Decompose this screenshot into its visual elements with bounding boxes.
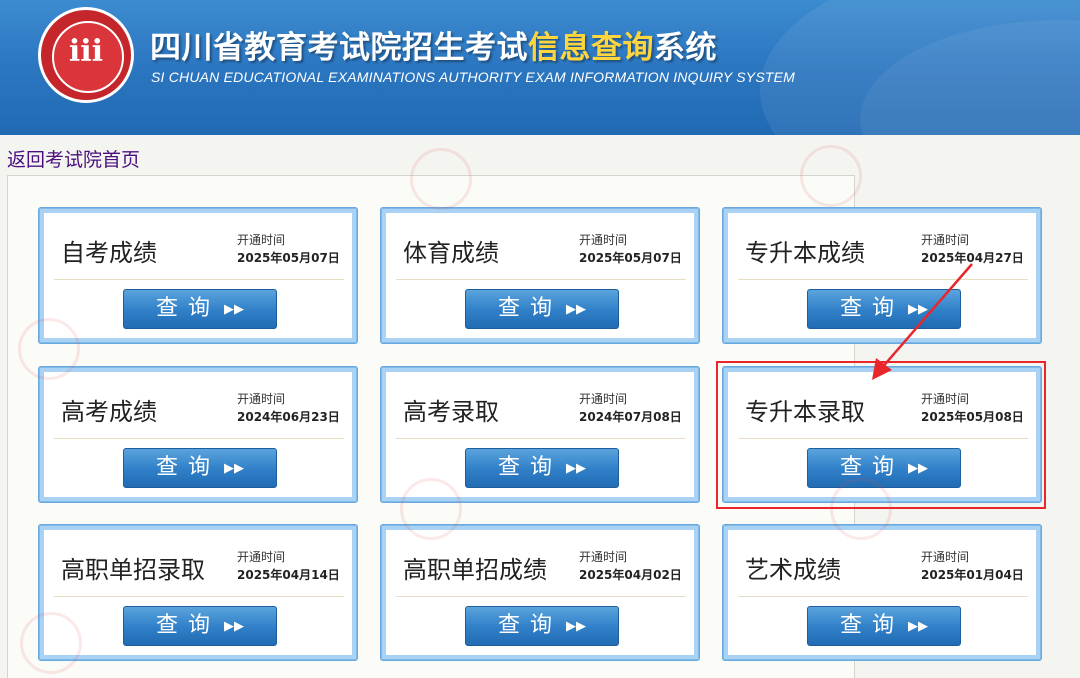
open-date: 2025年04月14日	[237, 568, 340, 582]
query-button[interactable]: 查询 ▶▶	[465, 289, 619, 329]
card-title: 自考成绩	[61, 239, 157, 267]
open-date: 2024年07月08日	[579, 410, 682, 424]
open-time-label: 开通时间	[921, 550, 970, 564]
query-button[interactable]: 查询 ▶▶	[123, 289, 277, 329]
card-title: 专升本成绩	[745, 239, 865, 267]
card-divider	[738, 596, 1028, 597]
site-subtitle: SI CHUAN EDUCATIONAL EXAMINATIONS AUTHOR…	[151, 69, 796, 85]
open-time-label: 开通时间	[579, 392, 628, 406]
query-button-label: 查询	[155, 613, 220, 638]
open-time-label: 开通时间	[579, 550, 628, 564]
card-divider	[396, 279, 686, 280]
open-date: 2025年05月07日	[237, 251, 340, 265]
double-chevron-right-icon: ▶▶	[566, 619, 586, 634]
back-to-homepage-link[interactable]: 返回考试院首页	[7, 145, 140, 172]
authority-logo: ⅲ	[38, 7, 134, 103]
query-button-label: 查询	[155, 296, 220, 321]
open-time-label: 开通时间	[237, 392, 286, 406]
annotation-arrow-icon	[872, 263, 973, 380]
query-card: 高考成绩 开通时间 2024年06月23日 查询 ▶▶	[39, 367, 357, 502]
open-date: 2024年06月23日	[237, 410, 340, 424]
double-chevron-right-icon: ▶▶	[224, 619, 244, 634]
open-time-label: 开通时间	[579, 233, 628, 247]
query-button[interactable]: 查询 ▶▶	[123, 606, 277, 646]
query-card: 自考成绩 开通时间 2025年05月07日 查询 ▶▶	[39, 208, 357, 343]
double-chevron-right-icon: ▶▶	[566, 302, 586, 317]
site-title-highlight: 信息查询	[528, 30, 654, 66]
card-divider	[396, 438, 686, 439]
query-button[interactable]: 查询 ▶▶	[465, 606, 619, 646]
card-divider	[396, 596, 686, 597]
query-card: 高职单招成绩 开通时间 2025年04月02日 查询 ▶▶	[381, 525, 699, 660]
query-button-label: 查询	[497, 613, 562, 638]
query-button-label: 查询	[497, 455, 562, 480]
card-title: 艺术成绩	[745, 556, 841, 584]
query-card: 高考录取 开通时间 2024年07月08日 查询 ▶▶	[381, 367, 699, 502]
query-button[interactable]: 查询 ▶▶	[465, 448, 619, 488]
card-divider	[54, 279, 344, 280]
double-chevron-right-icon: ▶▶	[224, 461, 244, 476]
logo-mark: ⅲ	[68, 34, 104, 69]
query-card: 艺术成绩 开通时间 2025年01月04日 查询 ▶▶	[723, 525, 1041, 660]
site-title-part3: 系统	[654, 30, 717, 66]
double-chevron-right-icon: ▶▶	[566, 461, 586, 476]
card-title: 高考录取	[403, 398, 499, 426]
query-card: 高职单招录取 开通时间 2025年04月14日 查询 ▶▶	[39, 525, 357, 660]
card-title: 高职单招录取	[61, 556, 205, 584]
query-card: 体育成绩 开通时间 2025年05月07日 查询 ▶▶	[381, 208, 699, 343]
card-divider	[54, 596, 344, 597]
card-title: 高职单招成绩	[403, 556, 547, 584]
open-date: 2025年04月02日	[579, 568, 682, 582]
query-button-label: 查询	[155, 455, 220, 480]
site-title-part1: 四川省教育考试院招生考试	[150, 30, 528, 66]
card-title: 体育成绩	[403, 239, 499, 267]
open-time-label: 开通时间	[921, 233, 970, 247]
double-chevron-right-icon: ▶▶	[224, 302, 244, 317]
site-header: ⅲ 四川省教育考试院招生考试信息查询系统 SI CHUAN EDUCATIONA…	[0, 0, 1080, 135]
query-button-label: 查询	[497, 296, 562, 321]
open-time-label: 开通时间	[237, 233, 286, 247]
open-time-label: 开通时间	[237, 550, 286, 564]
query-button[interactable]: 查询 ▶▶	[123, 448, 277, 488]
card-title: 高考成绩	[61, 398, 157, 426]
open-date: 2025年05月07日	[579, 251, 682, 265]
card-divider	[54, 438, 344, 439]
query-button[interactable]: 查询 ▶▶	[807, 606, 961, 646]
double-chevron-right-icon: ▶▶	[908, 619, 928, 634]
query-button-label: 查询	[839, 613, 904, 638]
site-title: 四川省教育考试院招生考试信息查询系统	[150, 22, 717, 67]
open-date: 2025年01月04日	[921, 568, 1024, 582]
